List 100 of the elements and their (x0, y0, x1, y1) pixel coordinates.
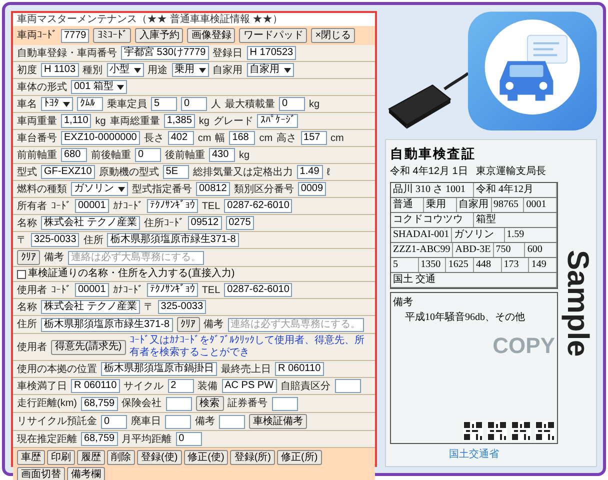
form-button[interactable]: 修正(所) (277, 450, 322, 465)
caret-icon (118, 186, 125, 192)
input-field[interactable] (219, 414, 245, 428)
input-field[interactable]: 0 (135, 148, 161, 162)
input-field[interactable]: 325-0033 (158, 300, 206, 314)
input-field[interactable]: 栃木県那須塩原市鍋掛日 (101, 362, 217, 376)
field-label: 後前軸重 (165, 148, 205, 162)
input-field[interactable]: ｸﾑﾙ (77, 97, 103, 111)
select-field[interactable]: 乗用 (172, 63, 209, 77)
field-label: 〒 (17, 234, 27, 246)
field-label: ｺｰﾄﾞ (51, 200, 71, 212)
input-field[interactable]: 325-0033 (31, 233, 80, 247)
input-field[interactable]: 0 (176, 432, 202, 446)
form-button[interactable]: 履歴 (77, 450, 105, 465)
input-field[interactable]: 栃木県那須塩原市緑生371-8 (107, 233, 239, 247)
input-field[interactable]: 430 (209, 148, 235, 162)
input-field[interactable] (272, 396, 298, 410)
form-button[interactable]: 備考欄 (67, 467, 105, 480)
input-field[interactable]: 68,759 (81, 432, 118, 446)
form-button[interactable]: 入庫予約 (135, 28, 184, 43)
form-button[interactable]: 登録(所) (230, 450, 276, 465)
form-button[interactable]: ワードパッド (239, 28, 308, 43)
field-label: kg (95, 114, 106, 128)
field-label: 種別 (82, 64, 103, 76)
input-field[interactable]: 00001 (75, 283, 109, 297)
checkbox[interactable] (17, 270, 26, 278)
field-label: 乗車定員 (107, 98, 147, 110)
form-button[interactable]: 修正(使) (184, 450, 228, 465)
select-field[interactable]: 小型 (106, 63, 144, 77)
form-button[interactable]: 得意先(請求先) (51, 340, 126, 354)
input-field[interactable]: ﾃｸﾉｻﾝｷﾞｮｳ (146, 199, 198, 213)
input-field[interactable]: 68,759 (81, 396, 118, 410)
input-field[interactable]: 1,110 (61, 114, 92, 128)
input-field[interactable]: 宇都宮 530け7779 (121, 46, 209, 60)
input-field[interactable]: 5E (162, 165, 189, 179)
input-field[interactable]: 1.49 (296, 165, 323, 179)
input-field[interactable]: R 060110 (71, 379, 120, 393)
input-field[interactable]: 0287-62-6010 (224, 199, 292, 213)
form-button[interactable]: 車検証備考 (249, 414, 307, 429)
certificate-cell: ZZZ1-ABC99 (391, 242, 454, 256)
input-field[interactable]: H 1103 (41, 63, 79, 77)
input-field[interactable]: 7779 (61, 28, 90, 42)
form-button[interactable]: ﾖﾐｺｰﾄﾞ (93, 28, 132, 43)
caret-icon (284, 68, 291, 72)
form-button[interactable]: 検索 (196, 396, 224, 411)
input-field[interactable]: 栃木県那須塩原市緑生371-8 (41, 318, 173, 332)
input-field[interactable]: 株式会社 テクノ産業 (41, 216, 140, 230)
input-field[interactable]: ﾃｸﾉｻﾝｷﾞｮｳ (146, 283, 198, 297)
field-label: 廃車日 (131, 415, 161, 428)
input-field[interactable]: 00812 (196, 182, 230, 196)
input-field[interactable]: 2 (168, 379, 194, 393)
certificate-cell: 自家用 (456, 198, 492, 212)
input-field[interactable]: 0009 (298, 182, 326, 196)
field-label: 使用者 (17, 340, 47, 354)
form-button[interactable]: 登録(使) (137, 450, 182, 465)
form-button[interactable]: ｸﾘｱ (17, 250, 40, 265)
input-field[interactable]: 0287-62-6010 (224, 283, 292, 297)
caret-icon (63, 102, 70, 106)
field-label: cm (330, 132, 344, 144)
input-field[interactable]: 157 (300, 131, 327, 145)
form-button[interactable]: 削除 (107, 450, 135, 465)
form-button[interactable]: ×閉じる (311, 28, 356, 43)
input-field[interactable] (166, 396, 192, 410)
input-field[interactable]: 402 (168, 131, 194, 145)
form-button[interactable]: 印刷 (47, 450, 75, 465)
field-label: 幅 (215, 132, 226, 144)
input-field[interactable]: ｽﾊﾟｹｰｼﾞ (257, 114, 298, 128)
select-field[interactable]: ガソリン (71, 182, 128, 196)
field-label: ｶﾅｺｰﾄﾞ (112, 200, 143, 212)
select-field[interactable]: 001 箱型 (71, 80, 128, 94)
input-field[interactable]: AC PS PW (222, 379, 277, 393)
input-field[interactable]: EXZ10-0000000 (61, 131, 140, 145)
field-label: 走行距離(km) (17, 397, 77, 410)
input-field[interactable] (334, 379, 361, 393)
input-field[interactable] (165, 414, 191, 428)
form-button[interactable]: 画像登録 (187, 28, 236, 43)
input-field[interactable]: R 060110 (275, 362, 324, 376)
input-field[interactable]: H 170523 (246, 46, 296, 60)
select-field[interactable]: ﾄﾖﾀ (41, 97, 73, 111)
form-button[interactable]: ｸﾘｱ (176, 317, 200, 332)
input-field[interactable]: 0275 (226, 216, 254, 230)
input-field[interactable]: 0 (101, 414, 127, 428)
input-field[interactable]: 0 (279, 97, 305, 111)
copy-mark: COPY (492, 332, 555, 360)
field-label: 人 (211, 98, 221, 110)
input-field[interactable]: 680 (61, 148, 87, 162)
input-field[interactable]: 168 (229, 131, 256, 145)
certificate-cell: 1.59 (504, 228, 558, 242)
form-button[interactable]: 画面切替 (17, 467, 65, 480)
input-field[interactable]: GF-EXZ10 (41, 165, 95, 179)
input-field[interactable]: 5 (151, 97, 177, 111)
select-field[interactable]: 自家用 (246, 63, 294, 77)
input-field[interactable]: 0 (181, 97, 207, 111)
form-button[interactable]: 車歴 (17, 450, 45, 465)
field-label: 名称 (17, 300, 37, 314)
issue-date: 令和 4年12月 1日 (390, 164, 468, 178)
input-field[interactable]: 09512 (188, 216, 222, 230)
input-field[interactable]: 株式会社 テクノ産業 (41, 300, 140, 314)
input-field[interactable]: 00001 (75, 199, 109, 213)
input-field[interactable]: 1,385 (164, 114, 195, 128)
